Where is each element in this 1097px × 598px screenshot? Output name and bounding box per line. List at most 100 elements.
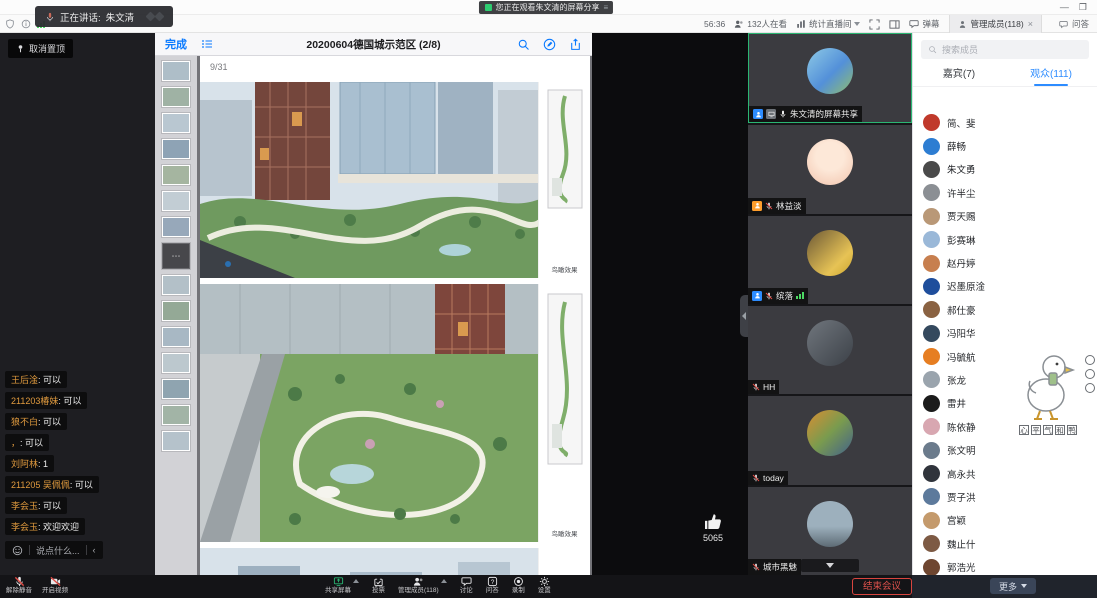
avatar — [807, 320, 853, 366]
tab-manage-members[interactable]: 管理成员(118) × — [949, 15, 1042, 33]
record-button[interactable]: 录制 — [512, 576, 525, 595]
member-row[interactable]: 冯毓航 — [913, 345, 1097, 368]
chevron-up-icon[interactable] — [353, 579, 359, 583]
chat-input[interactable]: 说点什么... ‹ — [5, 541, 103, 559]
member-row[interactable]: 迟墨原淦 — [913, 275, 1097, 298]
avatar — [807, 139, 853, 185]
info-icon[interactable] — [21, 19, 31, 29]
page-thumbnail[interactable] — [162, 113, 190, 133]
participant-name: HH — [763, 382, 775, 392]
more-button[interactable]: 更多 — [990, 578, 1036, 594]
chat-message: 211203椿妹: 可以 — [5, 392, 87, 409]
member-row[interactable]: 贾子洪 — [913, 485, 1097, 508]
member-name: 陈依静 — [947, 420, 976, 434]
member-name: 朱文勇 — [947, 162, 976, 176]
avatar — [923, 465, 940, 482]
banner-menu-icon[interactable]: ≡ — [603, 3, 607, 12]
member-row[interactable]: 贾天赐 — [913, 205, 1097, 228]
member-row[interactable]: 郭浩光 — [913, 555, 1097, 575]
member-row[interactable]: 简、斐 — [913, 111, 1097, 134]
layout-icon[interactable] — [889, 19, 900, 30]
member-row[interactable]: 朱文勇 — [913, 158, 1097, 181]
scroll-more-videos-button[interactable] — [801, 559, 859, 572]
member-row[interactable]: 薛畅 — [913, 134, 1097, 157]
member-row[interactable]: 许半尘 — [913, 181, 1097, 204]
watching-share-banner[interactable]: 您正在观看朱文清的屏幕分享 ≡ — [478, 1, 613, 14]
video-tile[interactable]: HH — [748, 306, 912, 394]
member-row[interactable]: 张龙 — [913, 368, 1097, 391]
member-row[interactable]: 雷井 — [913, 392, 1097, 415]
danmu-toggle[interactable]: 弹幕 — [909, 18, 939, 30]
video-tile[interactable]: 朱文清的屏幕共享 — [748, 33, 912, 123]
start-video-button[interactable]: 开启视频 — [42, 576, 68, 595]
maximize-button[interactable]: ❐ — [1079, 0, 1087, 14]
member-row[interactable]: 陈依静 — [913, 415, 1097, 438]
end-meeting-button[interactable]: 结束会议 — [852, 578, 912, 595]
camera-off-icon — [50, 576, 61, 587]
search-input[interactable]: 搜索成员 — [921, 40, 1089, 59]
tab-audience[interactable]: 观众(111) — [1005, 65, 1097, 86]
manage-members-button[interactable]: 管理成员(118) — [398, 576, 439, 595]
avatar — [923, 488, 940, 505]
page-thumbnail[interactable] — [162, 405, 190, 425]
security-shield-icon[interactable] — [5, 19, 15, 29]
tab-qa[interactable]: 问答 — [1051, 15, 1097, 33]
video-tile[interactable]: 缤落 — [748, 216, 912, 304]
members-panel: 搜索成员 嘉宾(7) 观众(111) 简、斐 薛畅 朱文勇 — [912, 33, 1097, 575]
video-tile[interactable]: 城市黑魅 — [748, 487, 912, 575]
page-thumbnail[interactable] — [162, 353, 190, 373]
page-thumbnail[interactable] — [162, 327, 190, 347]
page-thumbnail[interactable] — [162, 379, 190, 399]
settings-button[interactable]: 设置 — [538, 576, 551, 595]
member-row[interactable]: 张文明 — [913, 438, 1097, 461]
tab-guests[interactable]: 嘉宾(7) — [913, 65, 1005, 86]
participant-name: 朱文清的屏幕共享 — [790, 108, 858, 120]
page-thumbnail[interactable] — [162, 431, 190, 451]
fullscreen-icon[interactable] — [869, 19, 880, 30]
emoji-icon[interactable] — [12, 545, 23, 556]
page-thumbnail[interactable] — [162, 87, 190, 107]
chevron-up-icon[interactable] — [441, 579, 447, 583]
video-tile[interactable]: today — [748, 396, 912, 484]
member-list: 简、斐 薛畅 朱文勇 许半尘 贾 — [913, 111, 1097, 575]
page-thumbnail[interactable] — [162, 301, 190, 321]
share-screen-button[interactable]: 共享屏幕 — [325, 576, 351, 595]
search-icon — [928, 45, 937, 54]
annotate-icon[interactable] — [543, 38, 556, 51]
avatar — [923, 301, 940, 318]
member-row[interactable]: 宫颖 — [913, 509, 1097, 532]
collapse-chat-icon[interactable]: ‹ — [93, 545, 96, 555]
member-row[interactable]: 冯阳华 — [913, 322, 1097, 345]
page-thumbnail[interactable] — [162, 275, 190, 295]
thumbnail-list-icon[interactable] — [201, 38, 213, 50]
page-thumbnail[interactable] — [162, 191, 190, 211]
close-tab-icon[interactable]: × — [1028, 19, 1033, 29]
discussion-button[interactable]: 讨论 — [460, 576, 473, 595]
poll-button[interactable]: 投票 — [372, 576, 385, 595]
chat-message: 李会玉: 可以 — [5, 497, 67, 514]
member-row[interactable]: 高永共 — [913, 462, 1097, 485]
minimize-button[interactable]: — — [1060, 0, 1069, 14]
done-button[interactable]: 完成 — [165, 36, 187, 52]
share-icon[interactable] — [569, 38, 582, 51]
qa-button[interactable]: ? 问答 — [486, 576, 499, 595]
video-tile[interactable]: 林益淡 — [748, 125, 912, 213]
search-icon[interactable] — [517, 38, 530, 51]
page-thumbnail[interactable] — [162, 165, 190, 185]
like-reaction-button[interactable]: 5065 — [692, 511, 734, 543]
member-row[interactable]: 郝仕豪 — [913, 298, 1097, 321]
member-row[interactable]: 彭赛琳 — [913, 228, 1097, 251]
page-thumbnail[interactable] — [162, 61, 190, 81]
page-thumbnail[interactable] — [162, 217, 190, 237]
live-stats-button[interactable]: 统计直播间 — [796, 18, 861, 30]
avatar — [807, 501, 853, 547]
page-thumbnail[interactable] — [162, 139, 190, 159]
member-row[interactable]: 魏止什 — [913, 532, 1097, 555]
unpin-button[interactable]: 取消置顶 — [8, 39, 73, 58]
pdf-viewer: 完成 20200604德国城示范区 (2/8) — [155, 33, 592, 575]
page-thumbnail[interactable]: ⋯ — [162, 243, 190, 269]
member-row[interactable]: 赵丹婷 — [913, 251, 1097, 274]
viewer-count[interactable]: 132人在看 — [734, 18, 787, 30]
collapse-panel-handle[interactable] — [740, 295, 748, 337]
unmute-button[interactable]: 解除静音 — [6, 576, 32, 595]
